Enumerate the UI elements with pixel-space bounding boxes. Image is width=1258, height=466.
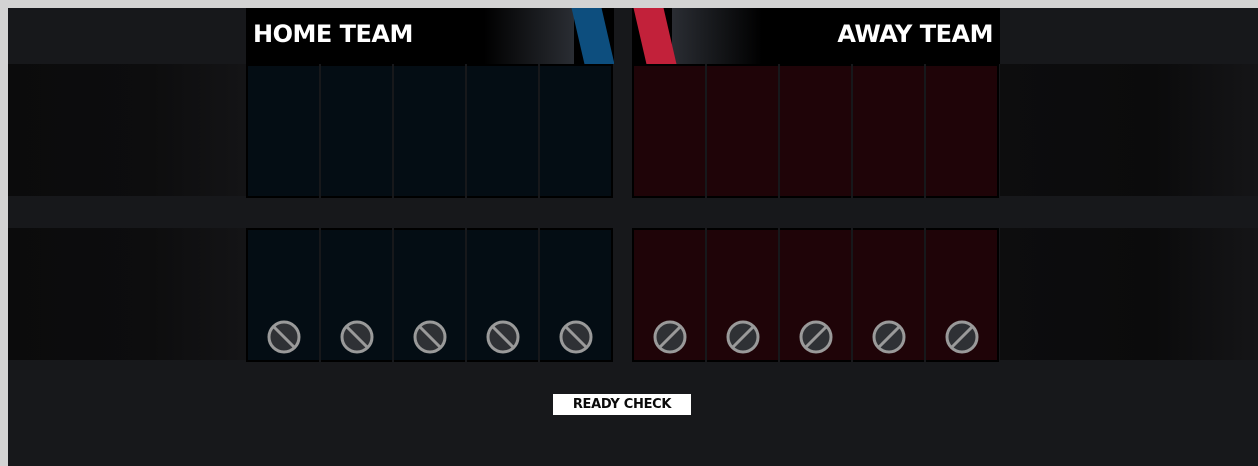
away-accent-stripe	[633, 8, 677, 64]
home-pick-row	[246, 64, 614, 198]
away-team-name: AWAY TEAM	[837, 20, 993, 48]
away-pick-slot[interactable]	[853, 64, 924, 198]
home-pick-slot[interactable]	[246, 64, 319, 198]
home-ban-row	[246, 228, 614, 362]
home-ban-slot[interactable]	[246, 228, 319, 362]
prohibited-circle-icon	[726, 320, 759, 354]
away-ban-slot[interactable]	[926, 228, 999, 362]
prohibited-circle-icon	[413, 320, 446, 354]
home-team-header: HOME TEAM	[246, 8, 614, 64]
prohibited-circle-icon	[799, 320, 832, 354]
left-shade-top	[8, 64, 246, 196]
prohibited-circle-icon	[267, 320, 300, 354]
home-ban-slot[interactable]	[540, 228, 613, 362]
prohibited-circle-icon	[945, 320, 978, 354]
right-shade-bottom	[1000, 228, 1258, 360]
home-pick-slot[interactable]	[321, 64, 392, 198]
prohibited-circle-icon	[559, 320, 592, 354]
away-ban-slot[interactable]	[632, 228, 705, 362]
away-pick-row	[632, 64, 1000, 198]
away-ban-row	[632, 228, 1000, 362]
away-pick-slot[interactable]	[707, 64, 778, 198]
home-accent-stripe	[571, 8, 614, 64]
left-shade-bottom	[8, 228, 246, 360]
right-shade-top	[1000, 64, 1258, 196]
home-pick-slot[interactable]	[540, 64, 613, 198]
ready-check-button[interactable]: READY CHECK	[553, 394, 691, 415]
home-ban-slot[interactable]	[394, 228, 465, 362]
prohibited-circle-icon	[872, 320, 905, 354]
away-team-header: AWAY TEAM	[632, 8, 1000, 64]
prohibited-circle-icon	[653, 320, 686, 354]
home-pick-slot[interactable]	[394, 64, 465, 198]
away-pick-slot[interactable]	[926, 64, 999, 198]
home-team-name: HOME TEAM	[253, 20, 413, 48]
home-pick-slot[interactable]	[467, 64, 538, 198]
away-ban-slot[interactable]	[853, 228, 924, 362]
prohibited-circle-icon	[340, 320, 373, 354]
away-pick-slot[interactable]	[780, 64, 851, 198]
away-ban-slot[interactable]	[707, 228, 778, 362]
home-ban-slot[interactable]	[467, 228, 538, 362]
prohibited-circle-icon	[486, 320, 519, 354]
away-pick-slot[interactable]	[632, 64, 705, 198]
draft-screen: HOME TEAM AWAY TEAM READY CHECK	[8, 8, 1258, 466]
away-ban-slot[interactable]	[780, 228, 851, 362]
home-ban-slot[interactable]	[321, 228, 392, 362]
